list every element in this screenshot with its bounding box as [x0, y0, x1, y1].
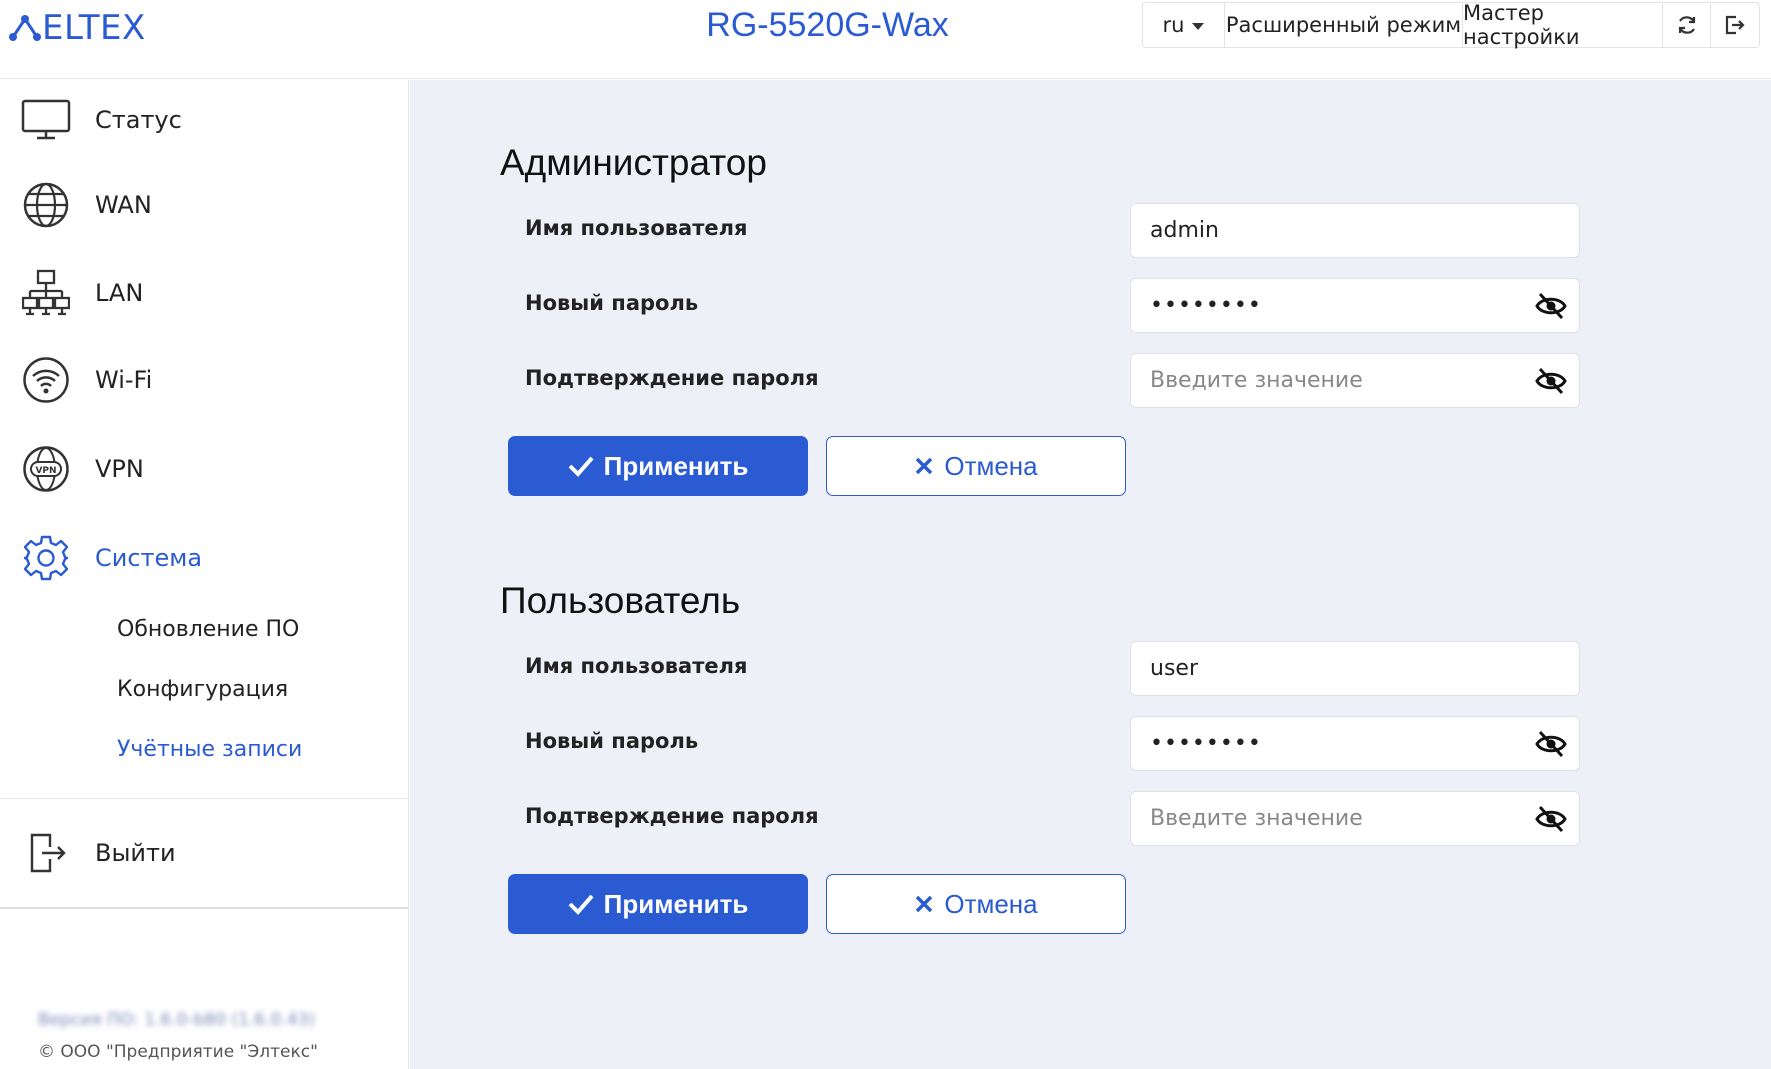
sidebar-subitem-config[interactable]: Конфигурация: [117, 677, 288, 702]
vpn-icon: VPN: [20, 443, 72, 495]
admin-new-password-field[interactable]: ••••••••: [1130, 278, 1580, 333]
eye-slash-icon[interactable]: [1535, 367, 1567, 395]
admin-username-field[interactable]: admin: [1130, 203, 1580, 258]
user-cancel-button[interactable]: Отмена: [826, 874, 1126, 934]
sidebar-item-wifi[interactable]: Wi-Fi: [0, 345, 408, 415]
svg-text:VPN: VPN: [35, 466, 56, 476]
firmware-version: Версия ПО: 1.6.0-b80 (1.6.0.43): [38, 1010, 316, 1030]
user-apply-button[interactable]: Применить: [508, 874, 808, 934]
admin-cancel-button[interactable]: Отмена: [826, 436, 1126, 496]
admin-cancel-label: Отмена: [944, 450, 1038, 481]
refresh-button[interactable]: [1663, 3, 1711, 47]
language-value: ru: [1162, 13, 1185, 37]
sidebar: Статус WAN LAN Wi-Fi VPN VPN Система Обн…: [0, 80, 409, 1069]
advanced-mode-button[interactable]: Расширенный режим: [1225, 3, 1463, 47]
sidebar-item-label: Система: [95, 544, 203, 572]
eye-slash-icon[interactable]: [1535, 730, 1567, 758]
sidebar-item-label: Wi-Fi: [95, 366, 153, 394]
eltex-logo[interactable]: ELTEX: [8, 10, 146, 46]
admin-confirm-label: Подтверждение пароля: [525, 366, 819, 390]
language-select[interactable]: ru: [1143, 3, 1225, 47]
sidebar-item-wan[interactable]: WAN: [0, 170, 408, 240]
user-new-password-field[interactable]: ••••••••: [1130, 716, 1580, 771]
admin-username-label: Имя пользователя: [525, 216, 748, 240]
user-section-title: Пользователь: [500, 580, 741, 621]
admin-confirm-field[interactable]: Введите значение: [1130, 353, 1580, 408]
user-cancel-label: Отмена: [944, 888, 1038, 919]
sidebar-item-label: WAN: [95, 191, 152, 219]
caret-down-icon: [1192, 22, 1205, 30]
close-icon: [916, 457, 933, 475]
logo-text: ELTEX: [42, 8, 146, 48]
monitor-icon: [20, 94, 72, 146]
user-username-field[interactable]: user: [1130, 641, 1580, 696]
network-icon: [20, 267, 72, 319]
setup-wizard-button[interactable]: Мастер настройки: [1463, 1, 1663, 49]
header: ELTEX RG-5520G-Wax ru Расширенный режим …: [0, 0, 1771, 79]
user-username-value: user: [1150, 656, 1198, 681]
user-confirm-label: Подтверждение пароля: [525, 804, 819, 828]
user-confirm-field[interactable]: Введите значение: [1130, 791, 1580, 846]
sidebar-item-status[interactable]: Статус: [0, 85, 408, 155]
admin-new-password-value: ••••••••: [1150, 293, 1262, 318]
sidebar-item-label: LAN: [95, 279, 144, 307]
sidebar-item-logout[interactable]: Выйти: [0, 818, 408, 888]
close-icon: [916, 895, 933, 913]
main-content: Администратор Имя пользователя admin Нов…: [410, 80, 1771, 1069]
admin-username-value: admin: [1150, 218, 1219, 243]
sidebar-item-lan[interactable]: LAN: [0, 258, 408, 328]
admin-apply-button[interactable]: Применить: [508, 436, 808, 496]
eltex-logo-icon: [9, 15, 41, 41]
user-new-password-value: ••••••••: [1150, 731, 1262, 756]
sidebar-item-label: VPN: [95, 455, 144, 483]
copyright: © ООО "Предприятие "Элтекс": [38, 1042, 318, 1062]
sidebar-item-label: Выйти: [95, 839, 176, 867]
logout-icon: [1725, 15, 1745, 35]
sidebar-subitem-accounts[interactable]: Учётные записи: [117, 737, 302, 762]
sidebar-item-system[interactable]: Система: [0, 523, 408, 593]
check-icon: [568, 894, 594, 915]
top-toolbar: ru Расширенный режим Мастер настройки: [1142, 1, 1760, 49]
device-title: RG-5520G-Wax: [706, 6, 949, 44]
gear-icon: [20, 532, 72, 584]
sidebar-divider: [0, 798, 408, 799]
sidebar-item-label: Статус: [95, 106, 182, 134]
user-username-label: Имя пользователя: [525, 654, 748, 678]
globe-icon: [20, 179, 72, 231]
user-apply-label: Применить: [603, 888, 749, 919]
admin-apply-label: Применить: [603, 450, 749, 481]
eye-slash-icon[interactable]: [1535, 805, 1567, 833]
admin-section-title: Администратор: [500, 142, 767, 183]
sidebar-divider: [0, 907, 408, 909]
eye-slash-icon[interactable]: [1535, 292, 1567, 320]
check-icon: [568, 456, 594, 477]
sidebar-item-vpn[interactable]: VPN VPN: [0, 434, 408, 504]
refresh-icon: [1678, 16, 1695, 34]
exit-icon: [20, 827, 72, 879]
wifi-icon: [20, 354, 72, 406]
sidebar-subitem-firmware[interactable]: Обновление ПО: [117, 617, 299, 642]
logout-button[interactable]: [1711, 3, 1759, 47]
user-new-password-label: Новый пароль: [525, 729, 699, 753]
admin-new-password-label: Новый пароль: [525, 291, 699, 315]
user-confirm-placeholder: Введите значение: [1150, 806, 1363, 831]
admin-confirm-placeholder: Введите значение: [1150, 368, 1363, 393]
